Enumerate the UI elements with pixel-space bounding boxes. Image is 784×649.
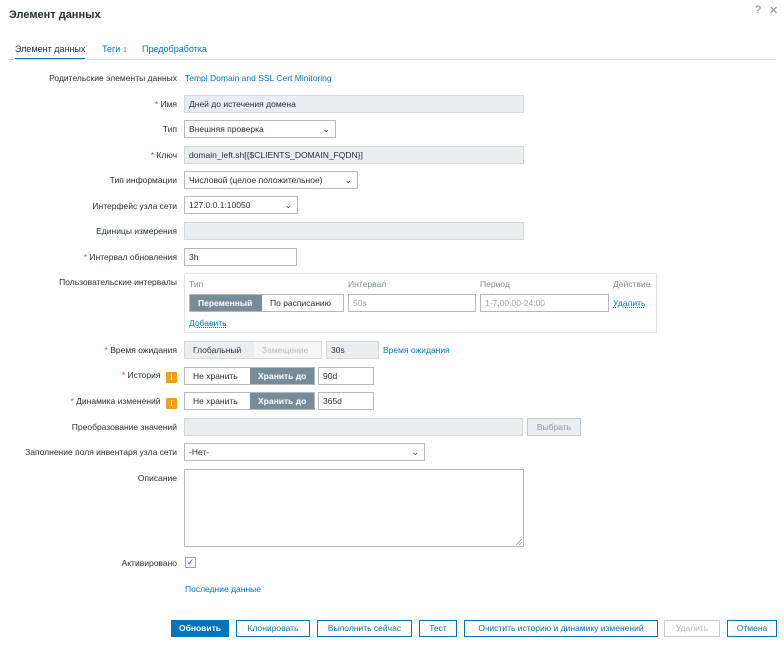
clear-history-button[interactable]: Очистить историю и динамику изменений [464,620,658,637]
clone-button[interactable]: Клонировать [236,620,310,637]
timeout-label: * Время ожидания [104,345,177,355]
description-textarea[interactable] [184,469,524,547]
chevron-down-icon: ⌄ [284,200,292,210]
col-type: Тип [189,279,204,289]
delete-button[interactable]: Удалить [664,620,720,637]
trends-toggle: Не хранить Хранить до [184,392,315,410]
chevron-down-icon: ⌄ [344,175,352,185]
info-type-label: Тип информации [109,175,177,185]
description-label: Описание [137,473,177,483]
dialog-title: Элемент данных [9,9,101,21]
cancel-button[interactable]: Отмена [727,620,777,637]
type-select[interactable]: Внешняя проверка ⌄ [184,120,336,138]
interval-type-scheduling[interactable]: По расписанию [262,295,343,311]
tabs-divider [8,59,776,60]
parent-label: Родительские элементы данных [49,73,177,83]
col-action: Действие [613,279,651,289]
execute-now-button[interactable]: Выполнить сейчас [317,620,412,637]
history-label: * История [121,370,161,380]
trends-label-group: * Динамика изменений i [0,396,177,409]
history-field[interactable]: 90d [318,367,374,385]
resize-grip-icon[interactable] [515,538,522,545]
key-field[interactable]: domain_left.sh[{$CLIENTS_DOMAIN_FQDN}] [184,146,524,164]
valuemap-label: Преобразование значений [71,422,177,432]
timeout-toggle: Глобальный Замещение [184,341,322,359]
trends-field[interactable]: 365d [318,392,374,410]
enabled-label: Активировано [121,558,177,568]
trends-label: * Динамика изменений [70,396,161,406]
parent-template-link[interactable]: Templ Domain and SSL Cert Minitoring [185,73,332,83]
tab-preprocessing[interactable]: Предобработка [142,44,207,60]
col-period: Период [480,279,510,289]
period-field[interactable]: 1-7,00:00-24:00 [480,294,609,312]
tab-tags-label: Теги [102,44,121,54]
name-field[interactable]: Дней до истечения домена [184,95,524,113]
add-interval-link[interactable]: Добавить [189,318,227,328]
info-icon[interactable]: i [166,398,177,409]
trends-do-not-store[interactable]: Не хранить [185,393,250,409]
type-label: Тип [162,124,177,134]
col-interval: Интервал [348,279,387,289]
interface-label: Интерфейс узла сети [92,201,177,211]
latest-data-link[interactable]: Последние данные [185,584,261,594]
interface-select[interactable]: 127.0.0.1:10050 ⌄ [184,196,298,214]
name-label: * Имя [154,99,177,109]
timeout-global[interactable]: Глобальный [185,342,254,358]
info-type-select[interactable]: Числовой (целое положительное) ⌄ [184,171,358,189]
checkmark-icon: ✓ [186,557,195,567]
update-interval-label: * Интервал обновления [83,252,177,262]
test-button[interactable]: Тест [419,620,457,637]
history-label-group: * История i [0,370,177,383]
info-icon[interactable]: i [166,372,177,383]
interval-type-flexible[interactable]: Переменный [190,295,262,311]
history-toggle: Не хранить Хранить до [184,367,315,385]
interval-field[interactable]: 50s [348,294,476,312]
remove-interval-link[interactable]: Удалить [613,298,645,308]
update-button[interactable]: Обновить [171,620,229,637]
valuemap-select-button[interactable]: Выбрать [527,418,581,436]
units-label: Единицы измерения [96,226,177,236]
key-label: * Ключ [150,150,177,160]
tab-tags[interactable]: Теги 1 [102,44,127,60]
custom-intervals-label: Пользовательские интервалы [59,277,177,287]
timeout-field[interactable]: 30s [326,341,379,359]
timeout-settings-link[interactable]: Время ожидания [383,345,450,355]
inventory-select[interactable]: -Нет- ⌄ [184,443,425,461]
trends-store-up-to[interactable]: Хранить до [250,393,314,409]
update-interval-field[interactable]: 3h [184,248,297,266]
tab-tags-count: 1 [122,45,127,54]
timeout-override[interactable]: Замещение [254,342,321,358]
close-icon[interactable]: ✕ [769,4,778,17]
tab-item[interactable]: Элемент данных [15,44,86,60]
enabled-checkbox[interactable]: ✓ [185,557,196,568]
chevron-down-icon: ⌄ [322,124,330,134]
units-field[interactable] [184,222,524,240]
history-do-not-store[interactable]: Не хранить [185,368,250,384]
help-icon[interactable]: ? [755,4,761,16]
valuemap-field[interactable] [184,418,523,436]
history-store-up-to[interactable]: Хранить до [250,368,314,384]
interval-type-toggle: Переменный По расписанию [189,294,344,312]
chevron-down-icon: ⌄ [411,447,419,457]
inventory-label: Заполнение поля инвентаря узла сети [25,447,177,457]
